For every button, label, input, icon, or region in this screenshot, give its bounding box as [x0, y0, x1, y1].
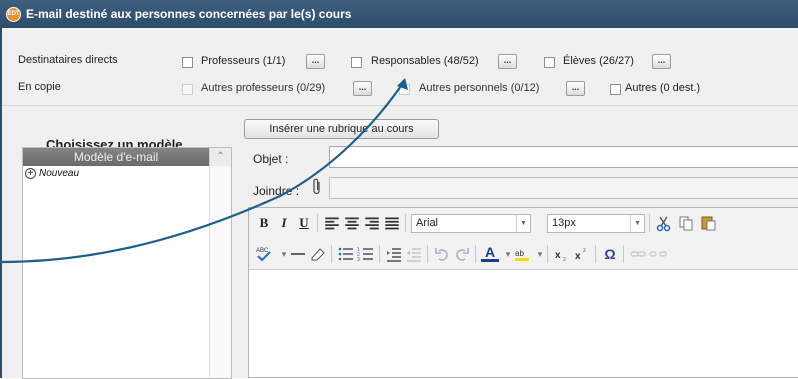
annotation-arrow	[0, 78, 408, 264]
